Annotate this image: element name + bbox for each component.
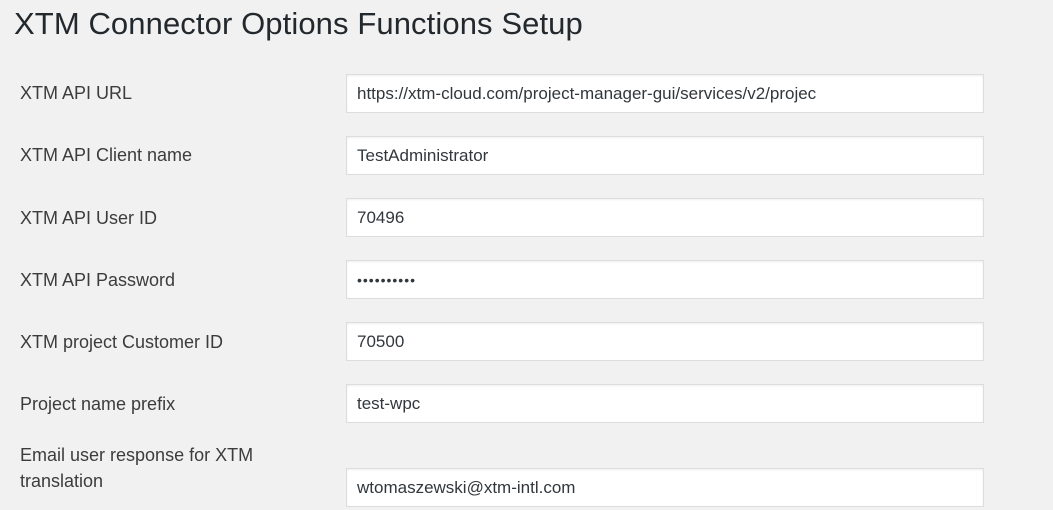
user-id-input[interactable] [346,198,984,237]
name-prefix-label: Project name prefix [20,394,176,414]
customer-id-label: XTM project Customer ID [20,332,224,352]
user-id-label: XTM API User ID [20,208,158,228]
api-url-input[interactable] [346,74,984,113]
name-prefix-input[interactable] [346,384,984,423]
api-url-label: XTM API URL [20,83,133,103]
password-input[interactable] [346,260,984,299]
page-title: XTM Connector Options Functions Setup [14,6,583,41]
client-name-input[interactable] [346,136,984,175]
email-input[interactable] [346,468,984,507]
client-name-label: XTM API Client name [20,145,193,165]
email-label: Email user response for XTM translation [20,445,254,491]
password-label: XTM API Password [20,270,176,290]
settings-page: XTM Connector Options Functions Setup XT… [0,0,1053,510]
customer-id-input[interactable] [346,322,984,361]
